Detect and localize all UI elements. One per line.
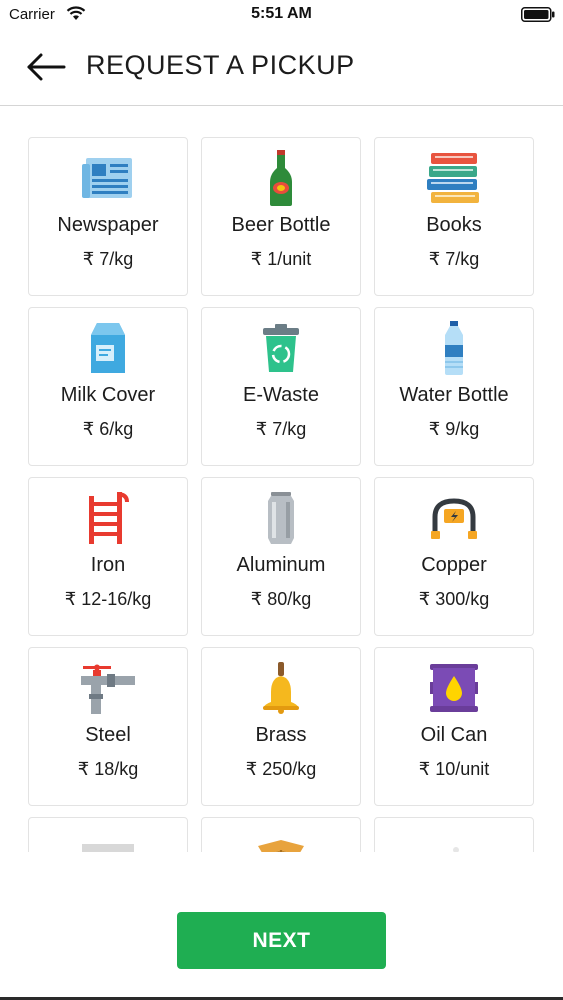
milk-carton-icon [80,320,136,376]
pipe-valve-icon [80,660,136,716]
beer-bottle-icon [253,150,309,206]
books-icon [426,150,482,206]
item-name: Newspaper [57,214,159,236]
item-name: Oil Can [420,724,488,746]
can-icon [253,490,309,546]
item-price: ₹ 300/kg [418,589,490,609]
item-card-e-waste[interactable]: E-Waste ₹ 7/kg [201,307,361,466]
item-card-beer-bottle[interactable]: Beer Bottle ₹ 1/unit [201,137,361,296]
water-bottle-icon [426,320,482,376]
cable-icon [426,490,482,546]
page-title: REQUEST A PICKUP [86,50,355,80]
arrow-left-icon [27,53,66,81]
item-name: Aluminum [236,554,326,576]
item-price: ₹ 250/kg [245,759,317,779]
item-price: ₹ 6/kg [82,419,134,439]
item-grid-scroll[interactable]: Newspaper ₹ 7/kg Beer Bottle ₹ 1/unit Bo… [0,107,563,852]
item-name: Iron [90,554,126,576]
item-card-milk-cover[interactable]: Milk Cover ₹ 6/kg [28,307,188,466]
item-name: Copper [421,554,487,576]
item-name: Steel [85,724,131,746]
item-card-iron[interactable]: Iron ₹ 12-16/kg [28,477,188,636]
bell-icon [253,660,309,716]
item-card-water-bottle[interactable]: Water Bottle ₹ 9/kg [374,307,534,466]
newspaper-icon [80,150,136,206]
item-grid: Newspaper ₹ 7/kg Beer Bottle ₹ 1/unit Bo… [28,137,536,852]
item-name: Books [426,214,482,236]
item-card-partial-1[interactable] [28,817,188,852]
item-price: ₹ 10/unit [418,759,490,779]
oil-drum-icon [426,660,482,716]
item-card-newspaper[interactable]: Newspaper ₹ 7/kg [28,137,188,296]
item-card-partial-3[interactable] [374,817,534,852]
item-card-books[interactable]: Books ₹ 7/kg [374,137,534,296]
app-header: REQUEST A PICKUP [0,30,563,106]
next-button[interactable]: NEXT [177,912,386,969]
item-name: Water Bottle [399,384,509,406]
grey-sheet-icon [80,830,136,852]
item-price: ₹ 7/kg [82,249,134,269]
item-card-oil-can[interactable]: Oil Can ₹ 10/unit [374,647,534,806]
item-price: ₹ 12-16/kg [64,589,152,609]
item-name: E-Waste [243,384,319,406]
item-price: ₹ 80/kg [250,589,312,609]
item-name: Brass [255,724,307,746]
item-price: ₹ 18/kg [77,759,139,779]
item-name: Beer Bottle [231,214,331,236]
item-card-copper[interactable]: Copper ₹ 300/kg [374,477,534,636]
item-name: Milk Cover [60,384,156,406]
item-price: ₹ 1/unit [250,249,312,269]
ladder-icon [80,490,136,546]
back-button[interactable] [26,50,68,84]
battery-icon [521,7,555,22]
plastic-icon [426,830,482,852]
cardboard-box-icon [253,830,309,852]
item-card-steel[interactable]: Steel ₹ 18/kg [28,647,188,806]
item-card-partial-2[interactable] [201,817,361,852]
recycle-bin-icon [253,320,309,376]
status-bar: Carrier 5:51 AM [0,0,563,30]
item-card-brass[interactable]: Brass ₹ 250/kg [201,647,361,806]
item-card-aluminum[interactable]: Aluminum ₹ 80/kg [201,477,361,636]
item-price: ₹ 7/kg [255,419,307,439]
status-time: 5:51 AM [251,5,312,22]
item-price: ₹ 7/kg [428,249,480,269]
item-price: ₹ 9/kg [428,419,480,439]
